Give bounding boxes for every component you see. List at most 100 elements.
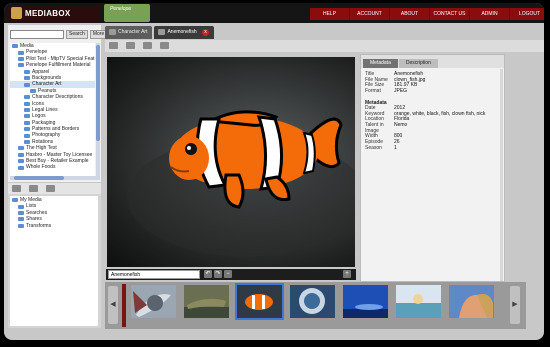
my-media-item[interactable]: Transforms [10, 223, 98, 229]
brand-text: Penelope [110, 6, 132, 12]
folder-icon [18, 217, 24, 222]
tree-item-label: Whole Foods [26, 164, 56, 171]
thumb-face-portrait[interactable] [449, 285, 494, 318]
metadata-key: Season [365, 144, 382, 151]
folder-icon [30, 88, 36, 93]
thumb-blue-sky[interactable] [343, 285, 388, 318]
folder-icon [18, 152, 24, 157]
metadata-row: Season 1 [365, 144, 501, 152]
prev-arrow-icon[interactable]: ◀ [108, 286, 118, 324]
folder-icon [24, 120, 30, 125]
top-nav: HELP ACCOUNT ABOUT CONTACT US ADMIN LOGO… [310, 8, 544, 20]
folder-icon [24, 114, 30, 119]
caption-bar: ↶ ↷ − + [106, 269, 356, 280]
folder-icon [18, 210, 24, 215]
metadata-row: Format JPEG [365, 88, 501, 95]
image-tab-icon [158, 29, 166, 35]
tree-horizontal-scrollbar[interactable] [10, 176, 100, 180]
folder-icon [18, 159, 24, 164]
folder-icon [18, 204, 24, 209]
tab-description[interactable]: Description [398, 59, 438, 68]
folder-tab-icon [109, 29, 116, 35]
brand-logo: Penelope [104, 4, 150, 22]
nav-about[interactable]: ABOUT [390, 8, 430, 20]
logo-text: MEDIABOX [25, 8, 71, 18]
clownfish-illustration [127, 110, 355, 257]
nav-admin[interactable]: ADMIN [470, 8, 510, 20]
tab-character-art[interactable]: Character Art [105, 26, 153, 39]
tab-anemonefish[interactable]: Anemonefish x [154, 26, 215, 39]
metadata-value: JPEG [394, 88, 408, 95]
media-tree-panel: Search More Media Penelope Pilot Test - Mt… [8, 25, 108, 182]
thumb-sunset-beach[interactable] [396, 285, 441, 318]
metadata-scrollbar[interactable] [500, 69, 503, 281]
my-media-tree: My Media Lists Searches Shares Transforms [10, 196, 98, 326]
new-folder-icon[interactable] [12, 185, 21, 192]
folder-icon [24, 108, 30, 113]
mediabox-logo[interactable]: MEDIABOX [8, 5, 100, 21]
metadata-row: Talent in Image Nemo [365, 122, 501, 134]
app-window: MEDIABOX Penelope HELP ACCOUNT ABOUT CON… [4, 3, 544, 340]
close-tab-icon[interactable]: x [202, 29, 210, 36]
thumb-crocodile[interactable] [184, 285, 229, 318]
metadata-value: 1 [394, 144, 397, 151]
zoom-in-icon[interactable]: + [343, 270, 351, 278]
tree-vertical-scrollbar[interactable] [96, 43, 100, 176]
folder-icon [18, 165, 24, 170]
nav-help[interactable]: HELP [310, 8, 350, 20]
folder-icon [18, 50, 24, 55]
tab-metadata[interactable]: Metadata [363, 59, 398, 68]
copy-icon[interactable] [143, 42, 152, 49]
metadata-key: Format [365, 88, 381, 95]
folder-icon [18, 146, 24, 151]
search-row: Search More [10, 30, 108, 39]
thumb-abstract[interactable] [131, 285, 176, 318]
scrollbar-thumb[interactable] [14, 176, 64, 180]
folder-icon [18, 56, 24, 61]
next-arrow-icon[interactable]: ▶ [510, 286, 520, 324]
view-icon[interactable] [109, 42, 118, 49]
tree-item[interactable]: Whole Foods [10, 164, 95, 170]
filmstrip-marker [122, 284, 126, 327]
metadata-tabs: Metadata Description [361, 55, 504, 68]
folder-icon [24, 133, 30, 138]
my-media-item-label: Transforms [26, 222, 52, 229]
folder-icon [24, 76, 30, 81]
tab-label: Character Art [118, 29, 148, 35]
caption-input[interactable] [108, 270, 200, 279]
my-media-panel: My Media Lists Searches Shares Transforms [8, 183, 101, 328]
share-folder-icon[interactable] [46, 185, 55, 192]
folder-icon [12, 44, 18, 49]
image-toolbar [105, 40, 544, 52]
nav-contact-us[interactable]: CONTACT US [430, 8, 470, 20]
my-media-toolbar [8, 183, 101, 194]
metadata-body: Title Anemonefish File Name clown_fish.jpg F… [361, 68, 504, 151]
zoom-out-icon[interactable]: − [224, 270, 232, 278]
folder-tree: Media Penelope Pilot Test - MtpTV Special … [10, 43, 95, 176]
folder-icon [18, 223, 24, 228]
redo-icon[interactable]: ↷ [214, 270, 222, 278]
thumbnail-filmstrip: ◀ ▶ [105, 282, 526, 329]
scrollbar-thumb[interactable] [96, 45, 100, 141]
folder-icon [24, 127, 30, 132]
edit-folder-icon[interactable] [29, 185, 38, 192]
folder-icon [24, 69, 30, 74]
thumb-underwater-diver[interactable] [290, 285, 335, 318]
metadata-panel: Metadata Description Title Anemonefish Fil… [360, 54, 505, 282]
folder-icon [18, 63, 24, 68]
tab-bar: Character Art Anemonefish x [105, 26, 544, 39]
download-icon[interactable] [126, 42, 135, 49]
search-button[interactable]: Search [66, 30, 88, 39]
search-input[interactable] [10, 30, 64, 39]
folder-icon [24, 140, 30, 145]
logo-box-icon [11, 7, 22, 19]
nav-logout[interactable]: LOGOUT [510, 8, 544, 20]
thumb-clownfish[interactable] [235, 283, 284, 320]
nav-account[interactable]: ACCOUNT [350, 8, 390, 20]
share-icon[interactable] [160, 42, 169, 49]
tab-label: Anemonefish [167, 29, 197, 35]
folder-icon [24, 95, 30, 100]
folder-icon [24, 101, 30, 106]
folder-icon [12, 198, 18, 203]
undo-icon[interactable]: ↶ [204, 270, 212, 278]
